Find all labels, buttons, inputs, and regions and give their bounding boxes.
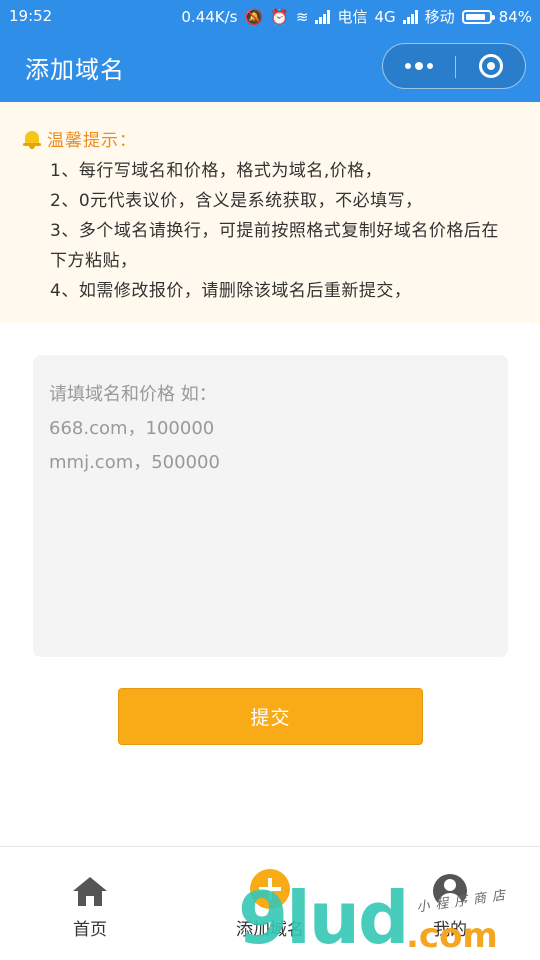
add-circle-icon — [250, 869, 290, 909]
battery-level: 84% — [498, 7, 532, 26]
signal-icon — [315, 9, 331, 24]
notice-item: 1、每行写域名和价格，格式为域名,价格， — [50, 161, 383, 181]
bell-icon — [23, 129, 41, 149]
wifi-icon: ≋ — [295, 7, 309, 26]
status-indicators: 0.44K/s 🔕 ⏰ ≋ 电信 4G 移动 84% — [181, 6, 532, 27]
carrier-mobile: 移动 — [424, 8, 455, 26]
more-icon[interactable] — [383, 44, 455, 88]
notice-item: 3、多个域名请换行，可提前按照格式复制好域名价格后在下方粘贴， — [50, 221, 499, 271]
capsule-divider — [455, 56, 456, 78]
tab-add-domain[interactable]: 添加域名 — [180, 847, 360, 960]
notice-item: 2、0元代表议价，含义是系统获取，不必填写， — [50, 191, 423, 211]
notice-panel: 温馨提示： 1、每行写域名和价格，格式为域名,价格， 2、0元代表议价，含义是系… — [0, 102, 540, 323]
carrier-telecom: 电信 — [337, 8, 368, 26]
battery-icon — [461, 9, 495, 24]
status-time: 19:52 — [9, 7, 53, 25]
tab-label: 我的 — [433, 920, 467, 940]
tab-bar: 首页 添加域名 我的 — [0, 846, 540, 960]
tab-home[interactable]: 首页 — [0, 847, 180, 960]
notice-item: 4、如需修改报价，请删除该域名后重新提交， — [50, 281, 412, 301]
notice-title: 温馨提示： — [47, 131, 137, 151]
signal-icon — [402, 9, 418, 24]
miniprogram-capsule — [382, 43, 526, 89]
alarm-icon: ⏰ — [270, 7, 289, 26]
notice-header: 温馨提示： — [23, 126, 137, 151]
close-miniprogram-icon[interactable] — [479, 54, 503, 78]
tab-label: 添加域名 — [236, 920, 304, 940]
tab-label: 首页 — [73, 920, 107, 940]
status-bar: 19:52 0.44K/s 🔕 ⏰ ≋ 电信 4G 移动 84% — [0, 0, 540, 32]
app-header: 19:52 0.44K/s 🔕 ⏰ ≋ 电信 4G 移动 84% 添加域名 — [0, 0, 540, 102]
user-icon — [433, 874, 467, 908]
network-type: 4G — [374, 7, 396, 26]
network-speed: 0.44K/s — [181, 7, 238, 26]
mute-icon: 🔕 — [244, 7, 264, 26]
page-title: 添加域名 — [25, 56, 125, 84]
domain-price-input[interactable] — [33, 355, 508, 657]
submit-button[interactable]: 提交 — [118, 688, 423, 745]
tab-mine[interactable]: 我的 — [360, 847, 540, 960]
home-icon — [72, 877, 108, 907]
notice-list: 1、每行写域名和价格，格式为域名,价格， 2、0元代表议价，含义是系统获取，不必… — [50, 156, 500, 306]
